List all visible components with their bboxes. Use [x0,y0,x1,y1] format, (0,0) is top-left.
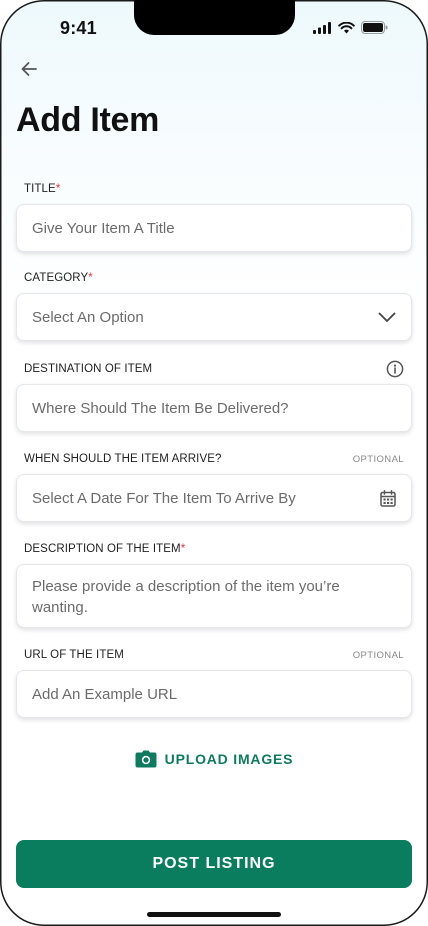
signal-icon [313,21,331,34]
url-field: URL OF THE ITEM OPTIONAL Add An Example … [16,646,412,718]
category-select[interactable]: Select An Option [16,293,412,341]
url-placeholder: Add An Example URL [32,685,178,703]
page-title: Add Item [16,101,160,139]
info-icon[interactable] [386,360,404,378]
title-label: TITLE* [24,183,61,195]
destination-label: DESTINATION OF ITEM [24,363,153,375]
optional-tag: OPTIONAL [352,649,404,661]
category-label: CATEGORY* [24,272,93,284]
required-mark: * [180,543,186,555]
status-time: 9:41 [60,18,97,38]
title-input[interactable]: Give Your Item A Title [16,204,412,252]
description-field: DESCRIPTION OF THE ITEM* Please provide … [16,540,412,628]
back-button[interactable] [16,58,42,80]
optional-tag: OPTIONAL [352,453,404,465]
chevron-down-icon [378,312,396,322]
arrival-label: WHEN SHOULD THE ITEM ARRIVE? [24,453,222,465]
description-label: DESCRIPTION OF THE ITEM* [24,543,186,555]
device-notch [134,0,295,35]
destination-field: DESTINATION OF ITEM Where Should The Ite… [16,360,412,432]
battery-icon [361,21,388,34]
arrow-left-icon [21,62,37,76]
title-placeholder: Give Your Item A Title [32,219,175,237]
title-field: TITLE* Give Your Item A Title [16,180,412,252]
phone-screen: 9:41 Add Item TITLE* Give Your Item A Ti… [0,0,428,926]
url-label: URL OF THE ITEM [24,649,124,661]
upload-images-button[interactable]: UPLOAD IMAGES [0,750,428,768]
destination-input[interactable]: Where Should The Item Be Delivered? [16,384,412,432]
camera-icon [135,750,157,768]
destination-placeholder: Where Should The Item Be Delivered? [32,399,289,417]
arrival-placeholder: Select A Date For The Item To Arrive By [32,489,296,507]
home-indicator [147,912,281,917]
description-textarea[interactable]: Please provide a description of the item… [16,564,412,628]
arrival-field: WHEN SHOULD THE ITEM ARRIVE? OPTIONAL Se… [16,450,412,522]
arrival-date-picker[interactable]: Select A Date For The Item To Arrive By [16,474,412,522]
url-input[interactable]: Add An Example URL [16,670,412,718]
post-listing-button[interactable]: POST LISTING [16,840,412,888]
required-mark: * [55,183,61,195]
status-icons [313,21,388,34]
description-placeholder: Please provide a description of the item… [32,578,340,616]
required-mark: * [88,272,93,284]
category-placeholder: Select An Option [32,308,144,326]
upload-images-label: UPLOAD IMAGES [164,751,294,767]
category-field: CATEGORY* Select An Option [16,269,412,341]
calendar-icon [380,489,396,507]
wifi-icon [338,21,355,33]
